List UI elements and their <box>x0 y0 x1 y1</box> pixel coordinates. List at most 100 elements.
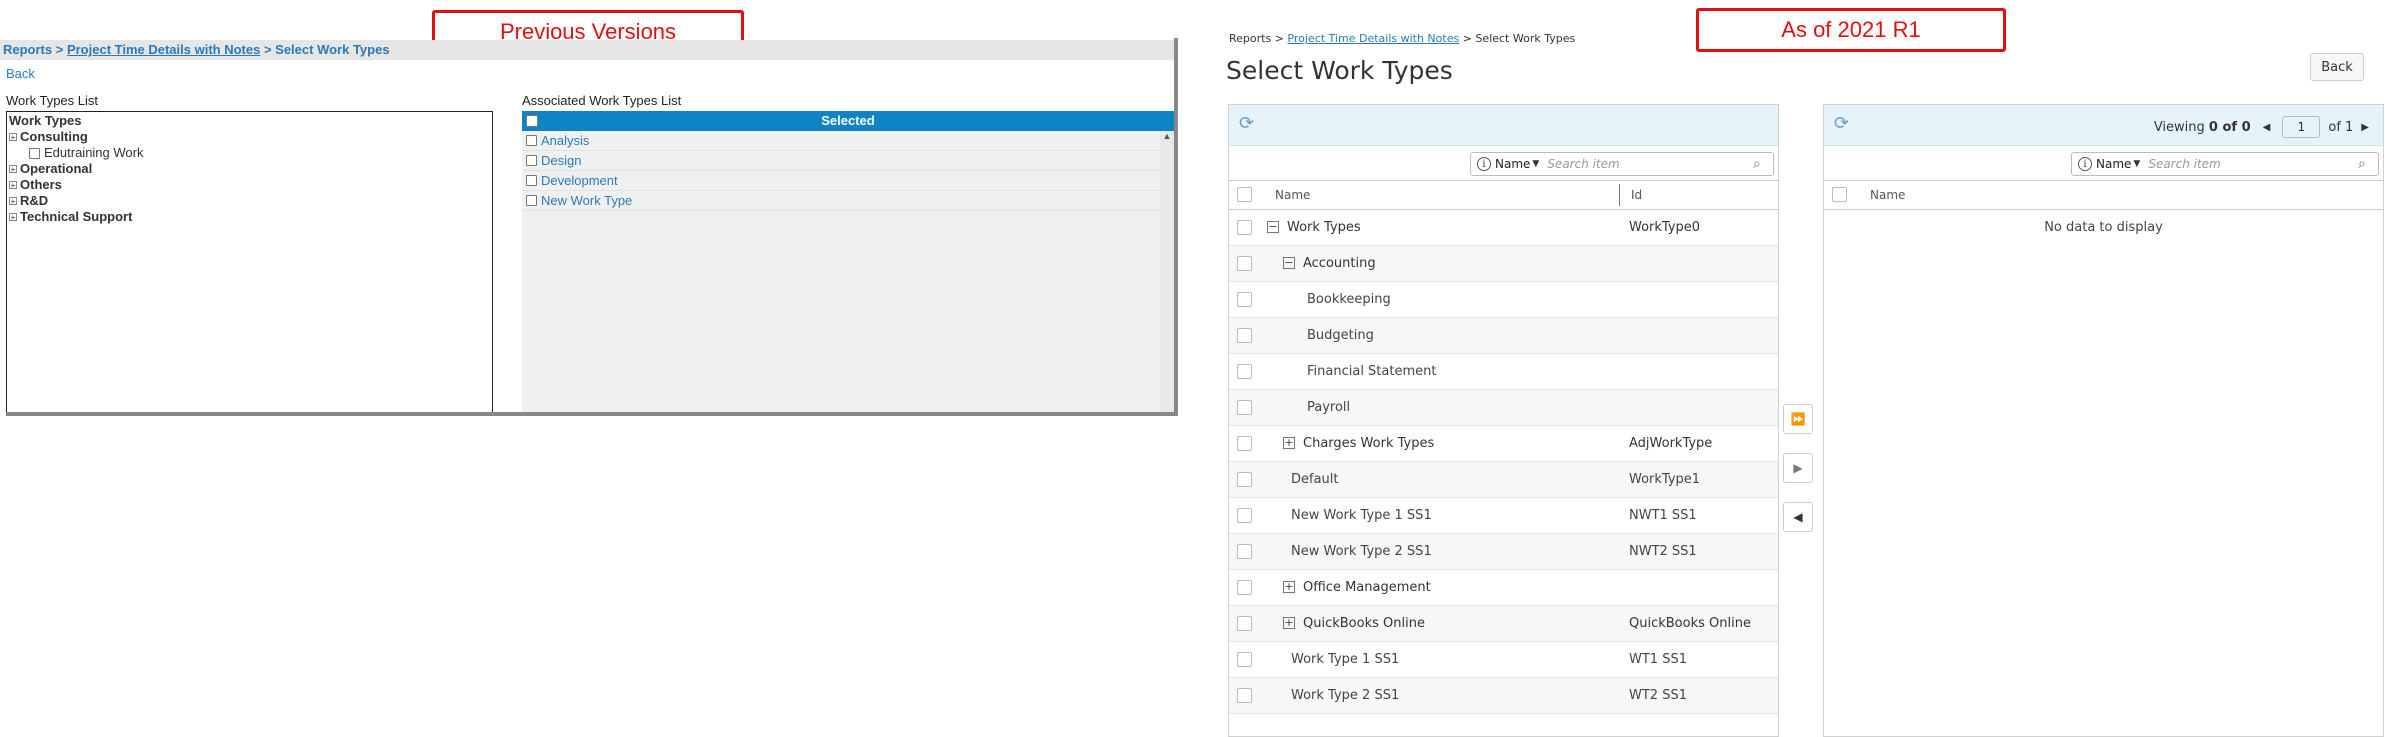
row-checkbox[interactable] <box>1237 436 1252 451</box>
expand-icon[interactable]: + <box>1283 580 1295 593</box>
tree-item-others[interactable]: + Others <box>9 177 490 193</box>
row-checkbox[interactable] <box>1237 364 1252 379</box>
move-selected-button[interactable]: ▶ <box>1783 453 1813 483</box>
table-row[interactable]: Work Type 1 SS1 WT1 SS1 <box>1229 642 1778 678</box>
table-row[interactable]: Financial Statement <box>1229 354 1778 390</box>
cell-name-text: Work Type 1 SS1 <box>1291 652 1400 667</box>
scrollbar[interactable]: ▲ <box>1160 111 1174 413</box>
table-row[interactable]: + Charges Work Types AdjWorkType <box>1229 426 1778 462</box>
row-checkbox[interactable] <box>1237 544 1252 559</box>
row-checkbox[interactable] <box>1237 580 1252 595</box>
tree-item-rd[interactable]: + R&D <box>9 193 490 209</box>
collapse-icon[interactable]: − <box>1283 256 1295 269</box>
expand-icon[interactable]: + <box>1283 436 1295 449</box>
cell-name: + Office Management <box>1283 570 1431 605</box>
search-icon[interactable]: ⌕ <box>2358 156 2374 172</box>
breadcrumb-reports[interactable]: Reports <box>3 42 52 57</box>
tree-item-edutraining-work[interactable]: Edutraining Work <box>9 145 490 161</box>
refresh-icon[interactable]: ⟳ <box>1834 115 1852 133</box>
list-item[interactable]: Analysis <box>522 131 1174 151</box>
table-row[interactable]: Bookkeeping <box>1229 282 1778 318</box>
row-checkbox[interactable] <box>1237 400 1252 415</box>
expand-icon[interactable]: + <box>9 165 17 174</box>
cell-id: WT2 SS1 <box>1629 688 1687 703</box>
expand-icon[interactable]: + <box>9 197 17 206</box>
cell-name: + QuickBooks Online <box>1283 606 1425 641</box>
column-header-name[interactable]: Name <box>1275 188 1310 202</box>
table-row[interactable]: New Work Type 1 SS1 NWT1 SS1 <box>1229 498 1778 534</box>
row-checkbox[interactable] <box>1237 508 1252 523</box>
expand-icon[interactable]: + <box>9 213 17 222</box>
breadcrumb-report-link[interactable]: Project Time Details with Notes <box>67 42 260 57</box>
table-row[interactable]: + QuickBooks Online QuickBooks Online <box>1229 606 1778 642</box>
breadcrumb-report-link[interactable]: Project Time Details with Notes <box>1287 32 1459 45</box>
row-checkbox[interactable] <box>1237 688 1252 703</box>
table-row[interactable]: Payroll <box>1229 390 1778 426</box>
search-icon[interactable]: ⌕ <box>1753 156 1769 172</box>
table-row[interactable]: Work Type 2 SS1 WT2 SS1 <box>1229 678 1778 714</box>
checkbox[interactable] <box>526 135 537 146</box>
expand-icon[interactable]: + <box>9 133 17 142</box>
cell-id: NWT1 SS1 <box>1629 508 1697 523</box>
search-input[interactable]: Search item <box>2148 157 2358 171</box>
cell-name: Financial Statement <box>1307 354 1436 389</box>
tree-item-operational[interactable]: + Operational <box>9 161 490 177</box>
column-resizer[interactable] <box>1619 184 1620 206</box>
select-all-checkbox[interactable] <box>1832 187 1847 202</box>
info-icon[interactable]: i <box>2078 157 2092 171</box>
column-header-id[interactable]: Id <box>1631 188 1642 202</box>
search-input[interactable]: Search item <box>1547 157 1753 171</box>
column-header-name[interactable]: Name <box>1870 188 1905 202</box>
table-row[interactable]: Budgeting <box>1229 318 1778 354</box>
list-item[interactable]: Design <box>522 151 1174 171</box>
viewing-label: Viewing <box>2153 119 2205 135</box>
back-button[interactable]: Back <box>2310 53 2364 81</box>
chevron-down-icon[interactable]: ▼ <box>2133 159 2140 169</box>
table-row[interactable]: − Work Types WorkType0 <box>1229 210 1778 246</box>
row-checkbox[interactable] <box>1237 256 1252 271</box>
tree-item-technical-support[interactable]: + Technical Support <box>9 209 490 225</box>
row-checkbox[interactable] <box>1237 616 1252 631</box>
table-row[interactable]: − Accounting <box>1229 246 1778 282</box>
checkbox[interactable] <box>29 147 40 159</box>
collapse-icon[interactable]: − <box>1267 220 1279 233</box>
checkbox[interactable] <box>526 195 537 206</box>
tree-root[interactable]: Work Types <box>9 113 490 129</box>
row-checkbox[interactable] <box>1237 472 1252 487</box>
previous-page-icon[interactable]: ◀ <box>2263 122 2271 133</box>
cell-name-text: Office Management <box>1303 580 1431 595</box>
row-checkbox[interactable] <box>1237 220 1252 235</box>
info-icon[interactable]: i <box>1477 157 1491 171</box>
row-checkbox[interactable] <box>1237 292 1252 307</box>
checkbox[interactable] <box>526 155 537 166</box>
list-item[interactable]: New Work Type <box>522 191 1174 211</box>
search-bar: i Name ▼ Search item ⌕ <box>1229 146 1778 180</box>
search-field-select[interactable]: Name <box>2096 157 2131 171</box>
row-checkbox[interactable] <box>1237 328 1252 343</box>
frame-shadow <box>1174 38 1178 416</box>
search-field-select[interactable]: Name <box>1495 157 1530 171</box>
back-link[interactable]: Back <box>6 66 35 81</box>
expand-icon[interactable]: + <box>9 181 17 190</box>
expand-icon[interactable]: + <box>1283 616 1295 629</box>
select-all-checkbox[interactable] <box>526 115 538 127</box>
move-all-button[interactable]: ⏩ <box>1783 404 1813 434</box>
cell-name: Budgeting <box>1307 318 1374 353</box>
list-item[interactable]: Development <box>522 171 1174 191</box>
chevron-down-icon[interactable]: ▼ <box>1532 159 1539 169</box>
breadcrumb-separator: > <box>1271 32 1288 45</box>
tree-item-consulting[interactable]: + Consulting <box>9 129 490 145</box>
checkbox[interactable] <box>526 175 537 186</box>
breadcrumb-reports[interactable]: Reports <box>1229 32 1271 45</box>
select-all-checkbox[interactable] <box>1237 187 1252 202</box>
remove-selected-button[interactable]: ◀ <box>1783 502 1813 532</box>
table-row[interactable]: New Work Type 2 SS1 NWT2 SS1 <box>1229 534 1778 570</box>
table-row[interactable]: + Office Management <box>1229 570 1778 606</box>
cell-name-text: New Work Type 2 SS1 <box>1291 544 1432 559</box>
scroll-up-icon[interactable]: ▲ <box>1160 131 1174 141</box>
row-checkbox[interactable] <box>1237 652 1252 667</box>
refresh-icon[interactable]: ⟳ <box>1239 115 1257 133</box>
next-page-icon[interactable]: ▶ <box>2361 122 2369 133</box>
page-input[interactable]: 1 <box>2282 116 2321 138</box>
table-row[interactable]: Default WorkType1 <box>1229 462 1778 498</box>
